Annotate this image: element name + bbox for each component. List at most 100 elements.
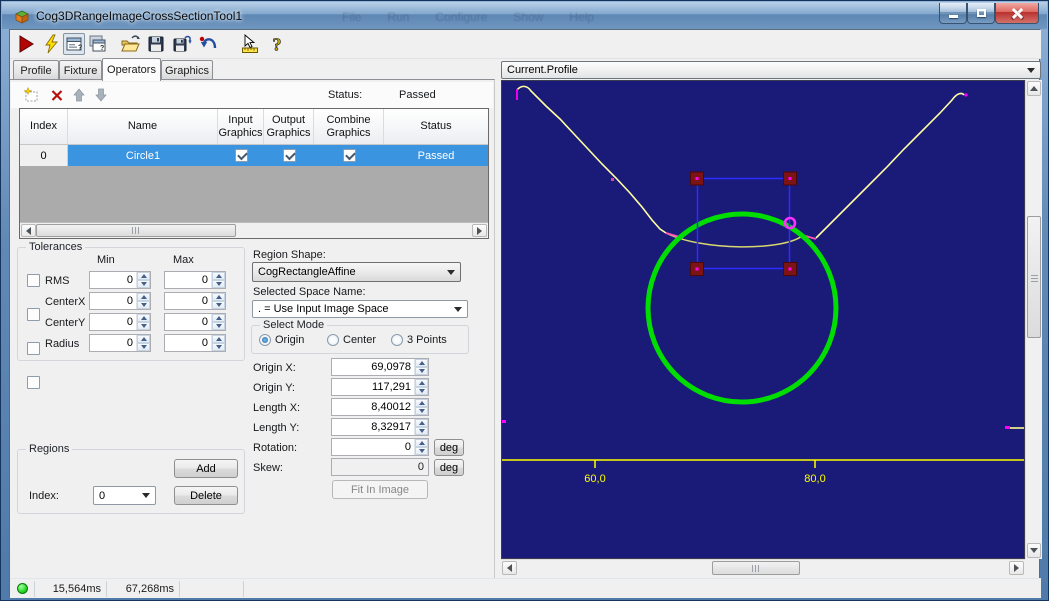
space-name-combobox[interactable]: . = Use Input Image Space	[252, 300, 468, 318]
spin-up-icon[interactable]	[212, 272, 225, 280]
radio-origin[interactable]: Origin	[259, 334, 304, 346]
rotation-deg-button[interactable]: deg	[434, 439, 464, 456]
spin-up-icon[interactable]	[415, 399, 428, 407]
radius-max-spinner[interactable]: 0	[164, 334, 226, 352]
spin-up-icon[interactable]	[137, 314, 150, 322]
spin-up-icon[interactable]	[212, 314, 225, 322]
move-up-icon[interactable]	[71, 87, 87, 103]
spin-up-icon[interactable]	[415, 359, 428, 367]
spin-down-icon[interactable]	[212, 343, 225, 351]
rms-max-spinner[interactable]: 0	[164, 271, 226, 289]
region-handle[interactable]	[691, 263, 704, 276]
region-handle[interactable]	[784, 172, 797, 185]
spin-up-icon[interactable]	[415, 439, 428, 447]
close-button[interactable]	[995, 3, 1039, 24]
input-graphics-checkbox[interactable]	[235, 149, 248, 162]
length-x-spinner[interactable]: 8,40012	[331, 398, 429, 416]
display-vscrollbar[interactable]	[1025, 80, 1042, 559]
centerx-min-spinner[interactable]: 0	[89, 292, 151, 310]
centery-min-spinner[interactable]: 0	[89, 313, 151, 331]
table-row[interactable]: 0 Circle1 Passed	[20, 145, 488, 166]
vscroll-thumb[interactable]	[1027, 216, 1041, 338]
spin-down-icon[interactable]	[415, 427, 428, 435]
spin-down-icon[interactable]	[415, 367, 428, 375]
skew-deg-button[interactable]: deg	[434, 459, 464, 476]
radio-3points[interactable]: 3 Points	[391, 334, 447, 346]
minimize-button[interactable]	[939, 3, 967, 24]
delete-region-button[interactable]: Delete	[174, 486, 238, 505]
rotation-spinner[interactable]: 0	[331, 438, 429, 456]
rms-checkbox[interactable]	[27, 274, 40, 287]
save-icon[interactable]	[145, 33, 167, 55]
float-window-icon[interactable]: ?	[86, 33, 108, 55]
table-scroll-right-icon[interactable]	[472, 224, 487, 237]
centerx-max-spinner[interactable]: 0	[164, 292, 226, 310]
table-hscroll-thumb[interactable]	[36, 224, 236, 237]
show-control-icon[interactable]: ?	[63, 33, 85, 55]
spin-down-icon[interactable]	[212, 301, 225, 309]
radius-min-spinner[interactable]: 0	[89, 334, 151, 352]
spin-down-icon[interactable]	[212, 280, 225, 288]
radius-checkbox[interactable]	[27, 376, 40, 389]
spin-down-icon[interactable]	[137, 280, 150, 288]
centery-max-spinner[interactable]: 0	[164, 313, 226, 331]
scroll-down-icon[interactable]	[1027, 543, 1041, 558]
table-scroll-left-icon[interactable]	[21, 224, 36, 237]
col-index[interactable]: Index	[20, 109, 68, 144]
reset-icon[interactable]	[197, 33, 219, 55]
measure-icon[interactable]	[239, 33, 261, 55]
spin-up-icon[interactable]	[415, 419, 428, 427]
col-combine-graphics[interactable]: Combine Graphics	[314, 109, 384, 144]
new-operator-icon[interactable]	[23, 87, 39, 103]
scroll-right-icon[interactable]	[1009, 561, 1024, 575]
display-selector-combobox[interactable]: Current.Profile	[501, 61, 1041, 79]
scroll-left-icon[interactable]	[502, 561, 517, 575]
scroll-up-icon[interactable]	[1027, 81, 1041, 96]
save-as-icon[interactable]	[171, 33, 193, 55]
profile-display[interactable]: 60,0 80,0	[501, 80, 1025, 559]
tab-fixture[interactable]: Fixture	[59, 60, 102, 80]
title-bar[interactable]: Cog3DRangeImageCrossSectionTool1 FileRun…	[2, 2, 1047, 29]
region-handle[interactable]	[784, 263, 797, 276]
spin-down-icon[interactable]	[415, 387, 428, 395]
tab-graphics[interactable]: Graphics	[161, 60, 213, 80]
fit-in-image-button[interactable]: Fit In Image	[332, 480, 428, 499]
spin-down-icon[interactable]	[137, 322, 150, 330]
centery-checkbox[interactable]	[27, 342, 40, 355]
region-rectangle[interactable]	[698, 179, 790, 269]
radio-origin-icon[interactable]	[259, 334, 271, 346]
tab-profile[interactable]: Profile	[13, 60, 59, 80]
spin-down-icon[interactable]	[137, 301, 150, 309]
spin-down-icon[interactable]	[137, 343, 150, 351]
col-input-graphics[interactable]: Input Graphics	[218, 109, 264, 144]
help-icon[interactable]: ?	[266, 33, 288, 55]
radio-center-icon[interactable]	[327, 334, 339, 346]
run-icon[interactable]	[15, 33, 37, 55]
origin-y-spinner[interactable]: 117,291	[331, 378, 429, 396]
delete-operator-icon[interactable]	[49, 87, 65, 103]
table-hscrollbar[interactable]	[20, 222, 488, 238]
col-name[interactable]: Name	[68, 109, 218, 144]
open-icon[interactable]	[119, 33, 141, 55]
display-hscrollbar[interactable]	[501, 559, 1025, 576]
spin-down-icon[interactable]	[212, 322, 225, 330]
maximize-button[interactable]	[967, 3, 995, 24]
run-once-icon[interactable]	[41, 33, 63, 55]
spin-up-icon[interactable]	[137, 293, 150, 301]
origin-x-spinner[interactable]: 69,0978	[331, 358, 429, 376]
region-shape-combobox[interactable]: CogRectangleAffine	[252, 262, 461, 282]
spin-down-icon[interactable]	[415, 407, 428, 415]
add-region-button[interactable]: Add	[174, 459, 238, 478]
col-status[interactable]: Status	[384, 109, 488, 144]
tab-operators[interactable]: Operators	[102, 58, 161, 81]
centerx-checkbox[interactable]	[27, 308, 40, 321]
spin-down-icon[interactable]	[415, 447, 428, 455]
hscroll-thumb[interactable]	[712, 561, 800, 575]
region-handle[interactable]	[691, 172, 704, 185]
combine-graphics-checkbox[interactable]	[343, 149, 356, 162]
radio-3points-icon[interactable]	[391, 334, 403, 346]
radio-center[interactable]: Center	[327, 334, 376, 346]
output-graphics-checkbox[interactable]	[283, 149, 296, 162]
move-down-icon[interactable]	[93, 87, 109, 103]
spin-up-icon[interactable]	[137, 335, 150, 343]
